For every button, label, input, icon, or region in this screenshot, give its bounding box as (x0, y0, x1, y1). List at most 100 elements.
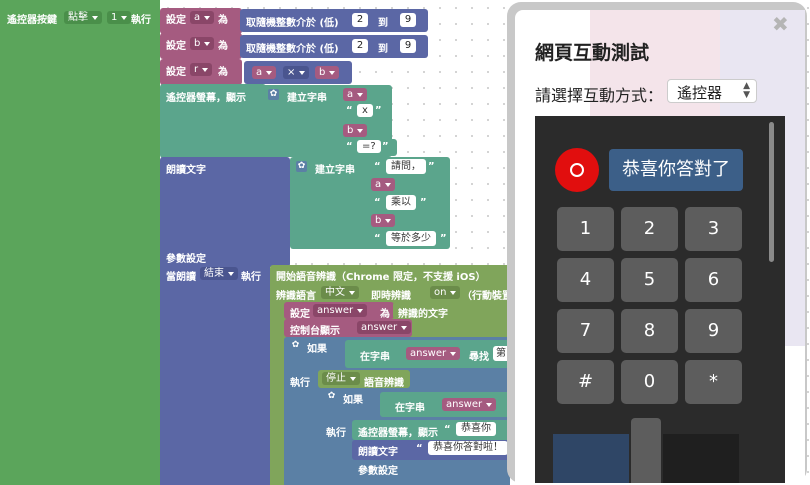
key-6[interactable]: 6 (685, 258, 742, 302)
interaction-mode-value: 遙控器 (677, 84, 723, 102)
find-answer-var-outer[interactable]: answer (406, 347, 461, 360)
random-high-a[interactable]: 9 (400, 13, 416, 27)
lang-dropdown[interactable]: 中文 (321, 286, 359, 299)
remote-screen: 恭喜你答對了 1 2 3 4 5 6 7 8 9 #0 * (535, 116, 785, 483)
text-eq-close-quote: ” (382, 141, 389, 152)
key-4[interactable]: 4 (557, 258, 614, 302)
text-ask-value[interactable]: 請問， (386, 159, 426, 174)
close-icon[interactable]: ✖ (772, 12, 789, 36)
text-x-close-quote: ” (375, 105, 382, 116)
build1-var-a[interactable]: a (343, 88, 368, 101)
build1-var-b[interactable]: b (343, 124, 368, 137)
inner-screen-text[interactable]: 恭喜你 (456, 422, 496, 436)
to-label-a: 到 (378, 18, 388, 29)
as-label-b: 為 (218, 41, 228, 52)
text-eq-value[interactable]: =? (357, 140, 381, 153)
answer-var-dropdown[interactable]: answer (313, 304, 368, 317)
multiply-var-b[interactable]: b (315, 66, 340, 79)
when-speak-block[interactable] (160, 264, 270, 485)
inner-screen-show-label: 遙控器螢幕，顯示 (358, 428, 438, 439)
text-howmuch-close-quote: ” (440, 233, 447, 244)
key-1[interactable]: 1 (557, 207, 614, 251)
recog-lang-label: 辨識語言 (276, 291, 316, 302)
key-hash[interactable]: # (557, 360, 614, 404)
var-a-dropdown[interactable]: a (190, 11, 215, 24)
key-2[interactable]: 2 (621, 207, 678, 251)
set-b-label: 設定 (166, 41, 186, 52)
text-times-value[interactable]: 乘以 (386, 195, 416, 210)
var-r-dropdown[interactable]: r (190, 63, 213, 76)
random-label-b: 取隨機整數介於 (低) (246, 44, 339, 55)
build2-var-b[interactable]: b (371, 214, 396, 227)
event-label: 遙控器按鍵 (7, 15, 57, 26)
set-answer-label: 設定 (290, 309, 310, 320)
if-exec-label-outer: 執行 (290, 378, 310, 389)
to-label-b: 到 (378, 44, 388, 55)
set-answer-as: 為 (380, 309, 390, 320)
speak-end-dropdown[interactable]: 結束 (200, 267, 238, 280)
build2-var-a[interactable]: a (371, 178, 396, 191)
text-times-close-quote: ” (420, 197, 427, 208)
remote-scrollbar[interactable] (769, 122, 774, 262)
panel-title: 網頁互動測試 (535, 42, 650, 64)
param-label: 參數設定 (166, 254, 206, 265)
random-low-b[interactable]: 2 (352, 39, 368, 53)
event-exec-label: 執行 (131, 15, 151, 26)
multiply-var-a[interactable]: a (252, 66, 277, 79)
remote-bottom-bar-right (663, 434, 739, 483)
mutator-gear-icon-2[interactable]: ✿ (296, 161, 307, 172)
interaction-mode-select[interactable]: 遙控器 ▲ ▼ (667, 79, 757, 103)
interaction-test-panel: 網頁互動測試 請選擇互動方式： 遙控器 ▲ ▼ 恭喜你答對了 1 2 3 4 5 6 7 8 9 #… (507, 2, 807, 483)
when-speak-exec: 執行 (241, 272, 261, 283)
when-speak-label: 當朗讀 (166, 272, 196, 283)
text-ask-close-quote: ” (428, 161, 435, 172)
record-button[interactable] (555, 148, 599, 192)
remote-bottom-bar (553, 434, 629, 483)
event-action-dropdown[interactable]: 點擊 (64, 11, 102, 24)
key-9[interactable]: 9 (685, 309, 742, 353)
if-label-outer: 如果 (307, 344, 327, 355)
inner-screen-open-quote: “ (444, 424, 451, 435)
if-mutator-gear-icon[interactable]: ✿ (290, 340, 301, 351)
random-low-a[interactable]: 2 (352, 13, 368, 27)
key-0[interactable]: 0 (621, 360, 678, 404)
stop-dropdown[interactable]: 停止 (322, 372, 360, 385)
voice-recog-label: 語音辨識 (364, 378, 404, 389)
text-ask-open-quote: “ (374, 161, 381, 172)
text-howmuch-value[interactable]: 等於多少 (386, 231, 436, 246)
set-a-label: 設定 (166, 15, 186, 26)
random-high-b[interactable]: 9 (400, 39, 416, 53)
find-label-outer: 尋找 (469, 352, 489, 363)
remote-key-event-block[interactable] (0, 0, 160, 485)
find-answer-var-inner[interactable]: answer (442, 398, 497, 411)
instant-dropdown[interactable]: on (430, 286, 461, 299)
text-x-value[interactable]: x (357, 104, 373, 117)
inner-speak-text[interactable]: 恭喜你答對啦！ (428, 441, 508, 455)
build-string-label-1: 建立字串 (287, 93, 327, 104)
remote-bottom-center (631, 418, 661, 483)
key-5[interactable]: 5 (621, 258, 678, 302)
screen-show-label: 遙控器螢幕，顯示 (166, 93, 246, 104)
start-recog-label: 開始語音辨識（Chrome 限定，不支援 iOS） (276, 272, 486, 283)
recog-text-label: 辨識的文字 (398, 309, 448, 320)
var-b-dropdown[interactable]: b (190, 37, 215, 50)
in-string-label-outer: 在字串 (360, 352, 390, 363)
text-times-open-quote: “ (374, 197, 381, 208)
key-star[interactable]: * (685, 360, 742, 404)
panel-content: 網頁互動測試 請選擇互動方式： 遙控器 ▲ ▼ 恭喜你答對了 1 2 3 4 5 6 7 8 9 #… (515, 10, 805, 483)
in-string-label-inner: 在字串 (395, 403, 425, 414)
remote-message-box: 恭喜你答對了 (609, 149, 743, 191)
console-answer-var[interactable]: answer (357, 321, 412, 334)
as-label-r: 為 (218, 67, 228, 78)
build-string-label-2: 建立字串 (315, 165, 355, 176)
mutator-gear-icon[interactable]: ✿ (268, 89, 279, 100)
event-key-dropdown[interactable]: 1 (107, 11, 132, 24)
inner-param-label: 參數設定 (358, 466, 398, 477)
key-7[interactable]: 7 (557, 309, 614, 353)
key-8[interactable]: 8 (621, 309, 678, 353)
console-show-label: 控制台顯示 (290, 326, 340, 337)
remote-message-text: 恭喜你答對了 (622, 159, 730, 180)
if-inner-mutator-gear-icon[interactable]: ✿ (326, 391, 337, 402)
key-3[interactable]: 3 (685, 207, 742, 251)
multiply-operator-dropdown[interactable]: × (283, 66, 310, 79)
